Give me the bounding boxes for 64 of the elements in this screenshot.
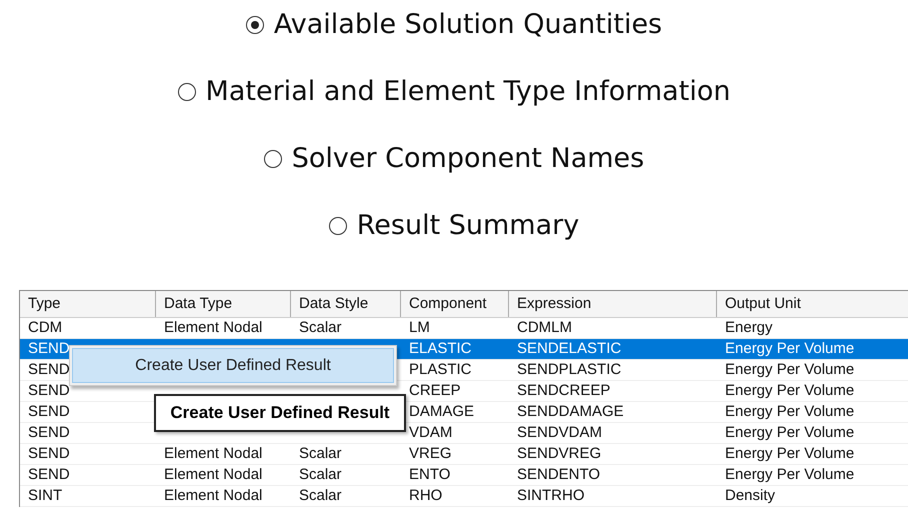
table-cell: Element Nodal: [164, 466, 262, 483]
table-cell: Element Nodal: [164, 445, 262, 462]
table-row[interactable]: CDM Element Nodal Scalar LM CDMLM Energy: [20, 318, 908, 339]
table-cell: CDMLM: [517, 319, 572, 336]
table-cell: Energy Per Volume: [725, 361, 854, 378]
table-cell: VREG: [409, 445, 452, 462]
column-header[interactable]: Data Style: [291, 291, 401, 317]
table-cell: ELASTIC: [409, 340, 472, 357]
table-cell: SEND: [28, 382, 70, 399]
radio-option[interactable]: Solver Component Names: [264, 141, 644, 177]
table-cell: CREEP: [409, 382, 461, 399]
table-cell: SEND: [28, 466, 70, 483]
table-cell: Energy Per Volume: [725, 466, 854, 483]
table-cell: SENDVDAM: [517, 424, 602, 441]
table-cell: SINTRHO: [517, 487, 584, 504]
table-cell: SEND: [28, 361, 70, 378]
table-cell: ENTO: [409, 466, 450, 483]
table-cell: Scalar: [299, 445, 342, 462]
table-cell: Element Nodal: [164, 487, 262, 504]
table-cell: SINT: [28, 487, 62, 504]
table-cell: Density: [725, 487, 776, 504]
radio-option[interactable]: Available Solution Quantities: [246, 7, 662, 43]
table-cell: SENDDAMAGE: [517, 403, 624, 420]
table-cell: RHO: [409, 487, 442, 504]
table-cell: PLASTIC: [409, 361, 472, 378]
table-cell: SEND: [28, 403, 70, 420]
table-cell: Energy Per Volume: [725, 424, 854, 441]
table-cell: Energy Per Volume: [725, 382, 854, 399]
table-cell: Scalar: [299, 487, 342, 504]
table-cell: SEND: [28, 424, 70, 441]
table-cell: SENDPLASTIC: [517, 361, 622, 378]
radio-icon: [178, 83, 196, 101]
table-cell: SEND: [28, 340, 70, 357]
table-cell: SENDELASTIC: [517, 340, 622, 357]
table-cell: SENDCREEP: [517, 382, 610, 399]
table-cell: Scalar: [299, 319, 342, 336]
table-cell: Energy Per Volume: [725, 403, 854, 420]
table-cell: Energy Per Volume: [725, 340, 854, 357]
tooltip: Create User Defined Result: [154, 394, 406, 432]
table-cell: SENDVREG: [517, 445, 602, 462]
table-cell: VDAM: [409, 424, 452, 441]
radio-icon: [246, 16, 264, 34]
table-cell: CDM: [28, 319, 62, 336]
table-cell: LM: [409, 319, 430, 336]
column-header[interactable]: Component: [401, 291, 509, 317]
radio-icon: [328, 217, 347, 235]
table-cell: Energy: [725, 319, 773, 336]
column-header[interactable]: Expression: [509, 291, 717, 317]
table-cell: SEND: [28, 445, 70, 462]
table-cell: DAMAGE: [409, 403, 474, 420]
table-row[interactable]: SEND Element Nodal Scalar VREG SENDVREG Energy Per Volume: [20, 444, 908, 465]
radio-option[interactable]: Result Summary: [328, 208, 580, 244]
menu-item[interactable]: Create User Defined Result: [72, 348, 394, 383]
table-cell: Scalar: [299, 466, 342, 483]
table-cell: Energy Per Volume: [725, 445, 854, 462]
column-header[interactable]: Data Type: [156, 291, 291, 317]
table-cell: Element Nodal: [164, 319, 262, 336]
table-row[interactable]: SINT Element Nodal Scalar RHO SINTRHO Density: [20, 486, 908, 507]
column-header[interactable]: Type: [20, 291, 156, 317]
radio-icon: [264, 150, 282, 168]
table-cell: SENDENTO: [517, 466, 600, 483]
table-row[interactable]: SEND Element Nodal Scalar ENTO SENDENTO Energy Per Volume: [20, 465, 908, 486]
radio-option[interactable]: Material and Element Type Information: [178, 74, 730, 110]
column-header[interactable]: Output Unit: [717, 291, 908, 317]
